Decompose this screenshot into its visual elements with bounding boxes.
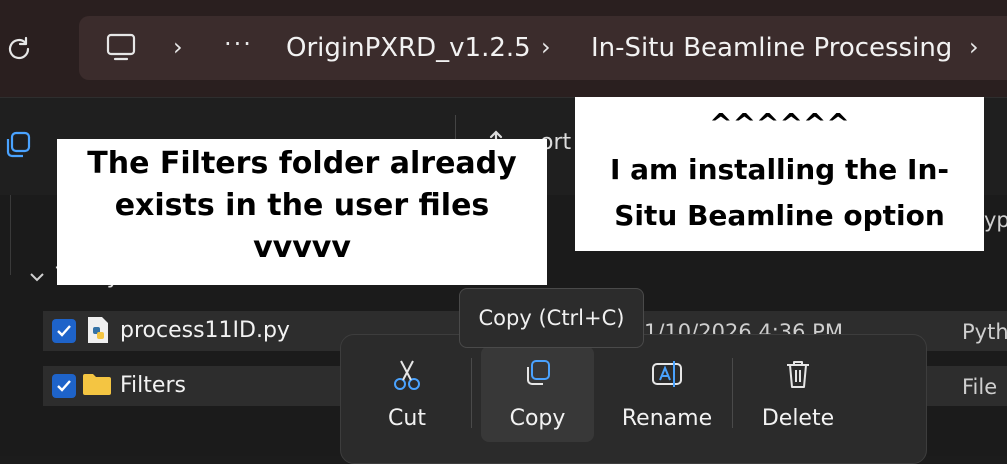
copy-icon [523, 358, 553, 394]
column-divider [10, 195, 11, 275]
annotation-left: The Filters folder already exists in the… [57, 139, 547, 285]
chevron-down-icon[interactable] [28, 268, 46, 290]
row-checkbox[interactable] [52, 374, 76, 398]
breadcrumb-chevron[interactable]: › [541, 33, 551, 61]
breadcrumb-chevron[interactable]: › [173, 33, 183, 61]
annotation-line: ^^^^^^ [709, 107, 850, 140]
rename-icon [650, 358, 684, 394]
copy-tooltip: Copy (Ctrl+C) [459, 288, 644, 348]
folder-icon [82, 372, 112, 400]
annotation-line: I am installing the In- [609, 153, 949, 186]
annotation-line: exists in the user files [114, 188, 490, 223]
breadcrumb-ellipsis[interactable]: ··· [224, 30, 253, 58]
this-pc-icon[interactable] [104, 30, 138, 68]
context-divider [732, 358, 733, 428]
refresh-icon[interactable] [4, 34, 34, 64]
copy-label: Copy [509, 406, 566, 431]
rename-button[interactable]: Rename [610, 346, 724, 442]
python-file-icon [86, 315, 110, 349]
annotation-line: Situ Beamline option [614, 199, 945, 232]
rename-label: Rename [621, 406, 713, 431]
annotation-right: ^^^^^^ I am installing the In- Situ Beam… [575, 97, 984, 251]
copy-button[interactable]: Copy [481, 346, 594, 442]
row-checkbox[interactable] [52, 319, 76, 343]
file-name[interactable]: process11ID.py [120, 318, 290, 343]
type-column-header[interactable]: ype [984, 208, 1007, 232]
cut-button[interactable]: Cut [352, 346, 462, 442]
cut-label: Cut [388, 406, 426, 431]
scissors-icon [391, 358, 423, 396]
annotation-line: The Filters folder already [87, 146, 517, 181]
file-type: Pyth [962, 320, 1007, 344]
context-divider [471, 358, 472, 428]
trash-icon [783, 358, 813, 394]
folder-name[interactable]: Filters [120, 373, 186, 398]
breadcrumb-item-originpxrd[interactable]: OriginPXRD_v1.2.5 [286, 33, 531, 63]
annotation-line: vvvvv [253, 230, 351, 265]
breadcrumb-item-insitu[interactable]: In-Situ Beamline Processing [591, 33, 952, 63]
delete-button[interactable]: Delete [742, 346, 854, 442]
file-type: File [962, 375, 998, 399]
copy-icon[interactable] [3, 130, 33, 164]
breadcrumb-chevron[interactable]: › [969, 33, 979, 61]
delete-label: Delete [761, 406, 835, 431]
